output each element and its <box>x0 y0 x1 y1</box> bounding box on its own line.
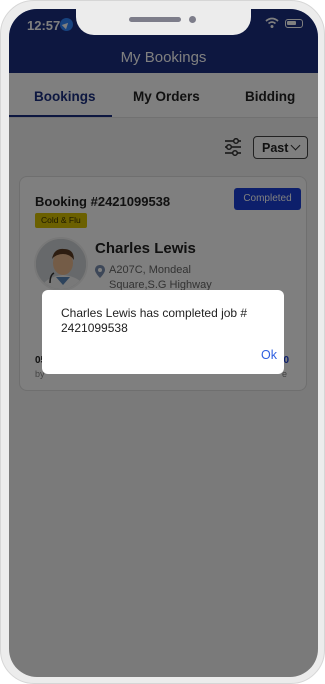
completion-dialog: Charles Lewis has completed job # 242109… <box>42 290 284 374</box>
dialog-message: Charles Lewis has completed job # 242109… <box>61 306 248 335</box>
app-screen: 12:57 My Bookings Bookings My Orders Bid… <box>9 9 318 677</box>
camera <box>189 16 196 23</box>
speaker <box>129 17 181 22</box>
phone-frame: 12:57 My Bookings Bookings My Orders Bid… <box>0 0 325 684</box>
notch <box>76 9 251 35</box>
ok-button[interactable]: Ok <box>261 348 277 362</box>
